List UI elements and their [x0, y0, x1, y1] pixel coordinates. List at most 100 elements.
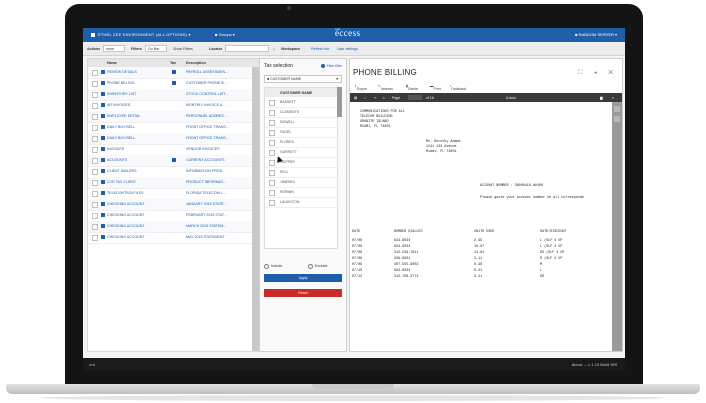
print-label: Print: [433, 87, 441, 91]
print-button[interactable]: ▬ Print: [430, 84, 441, 91]
row-checkbox[interactable]: [92, 202, 98, 208]
item-checkbox[interactable]: [269, 190, 275, 196]
row-checkbox[interactable]: [92, 125, 98, 131]
column-description[interactable]: Description: [186, 61, 206, 65]
row-name[interactable]: DAILY BUY/SELL: [107, 125, 135, 129]
table-cell: L: [540, 269, 543, 273]
row-name[interactable]: CHECKING ACCOUNT: [107, 202, 145, 206]
indexes-button[interactable]: ⟐ Indexes: [378, 84, 393, 91]
row-name[interactable]: CHECKING ACCOUNT: [107, 213, 145, 217]
row-name[interactable]: INVENTORY LIST: [107, 92, 136, 96]
row-name[interactable]: EMPLOYEE DETAIL: [107, 114, 140, 118]
row-description: PRODUCT INFORMAT...: [186, 180, 226, 184]
item-checkbox[interactable]: [269, 180, 275, 186]
footer-info[interactable]: About — v 1.19 Build 999: [572, 362, 617, 367]
reset-button[interactable]: Reset: [264, 289, 342, 297]
user-settings-button[interactable]: User settings: [337, 47, 358, 51]
tax-list-scrollbar[interactable]: [337, 87, 342, 117]
item-checkbox[interactable]: [269, 100, 275, 106]
column-name[interactable]: Name: [107, 61, 117, 65]
row-name[interactable]: INVOICES: [107, 147, 124, 151]
row-name[interactable]: REVIEW DETAILS: [107, 70, 137, 74]
row-name[interactable]: ACCOUNTS: [107, 158, 127, 162]
row-checkbox[interactable]: [92, 81, 98, 87]
row-name[interactable]: CCE TAX CLIENT: [107, 180, 136, 184]
environment-selector[interactable]: ETHEL ZEE ENVIRONMENT (ALL OPTIONS) ▾: [91, 32, 191, 37]
environment-icon: [91, 32, 95, 37]
table-cell: 312-766-3772: [394, 275, 419, 279]
next-page-icon[interactable]: ↘: [382, 96, 385, 100]
item-checkbox[interactable]: [269, 140, 275, 146]
document-icon: [101, 81, 105, 85]
column-tax[interactable]: Tax: [170, 61, 176, 65]
row-checkbox[interactable]: [92, 158, 98, 164]
tax-field-dropdown[interactable]: ■ CUSTOMER NAME ▾: [264, 75, 342, 83]
laptop-shadow: [40, 395, 666, 401]
page-number-input[interactable]: [408, 95, 422, 100]
row-checkbox[interactable]: [92, 224, 98, 230]
item-checkbox[interactable]: [269, 160, 275, 166]
document-icon: [101, 125, 105, 129]
refresh-list-button[interactable]: Refresh list: [311, 47, 329, 51]
search-icon[interactable]: ⌕: [273, 47, 275, 51]
row-name[interactable]: TELECONTROLFILES: [107, 191, 144, 195]
filters-select[interactable]: Go Bar: [145, 45, 167, 52]
row-name[interactable]: CHECKING ACCOUNT: [107, 235, 145, 239]
list-item[interactable]: LAUGHTON: [265, 197, 337, 208]
footer-brand: xcd: [89, 362, 95, 367]
include-radio[interactable]: Include: [264, 264, 282, 269]
table-cell: 839-8901: [394, 257, 411, 261]
item-checkbox[interactable]: [269, 200, 275, 206]
actions-select[interactable]: none: [103, 45, 125, 52]
locator-input[interactable]: [225, 45, 269, 52]
search-icon[interactable]: ⌕: [364, 96, 366, 100]
print-icon[interactable]: ▆: [600, 96, 603, 100]
item-checkbox[interactable]: [269, 130, 275, 136]
prev-page-icon[interactable]: ↖: [374, 96, 377, 100]
row-description: FLORIDA TELECOM L...: [186, 191, 226, 195]
row-checkbox[interactable]: [92, 169, 98, 175]
groups-selector[interactable]: ■ Groups ▾: [215, 32, 235, 37]
row-checkbox[interactable]: [92, 180, 98, 186]
menu-icon[interactable]: ≡: [612, 96, 614, 100]
zoom-select[interactable]: A Auto: [506, 96, 516, 100]
viewer-window-controls[interactable]: ⛶ ◂ ✕: [578, 70, 618, 77]
row-checkbox[interactable]: [92, 70, 98, 76]
row-checkbox[interactable]: [92, 213, 98, 219]
show-filters-button[interactable]: Show Filters: [173, 47, 193, 51]
table-cell: 07/12: [352, 275, 363, 279]
item-checkbox[interactable]: [269, 120, 275, 126]
document-scrollbar[interactable]: [612, 102, 622, 351]
row-name[interactable]: AR INVOICES: [107, 103, 130, 107]
item-checkbox[interactable]: [269, 110, 275, 116]
sidebar-toggle-icon[interactable]: ▤: [354, 96, 357, 100]
exclude-radio[interactable]: Exclude: [308, 264, 327, 269]
document-icon: [101, 147, 105, 151]
row-checkbox[interactable]: [92, 103, 98, 109]
doc-line: COMMUNICATIONS FOR ALL: [360, 110, 405, 114]
tax-flag-icon: [172, 81, 176, 85]
row-name[interactable]: DAILY BUY/SELL: [107, 136, 135, 140]
apply-button[interactable]: Apply: [264, 274, 342, 282]
databank-button[interactable]: ▪ Databank: [450, 84, 466, 91]
row-checkbox[interactable]: [92, 92, 98, 98]
row-checkbox[interactable]: [92, 147, 98, 153]
delete-label: Delete: [407, 87, 419, 91]
row-checkbox[interactable]: [92, 114, 98, 120]
row-checkbox[interactable]: [92, 235, 98, 241]
row-checkbox[interactable]: [92, 136, 98, 142]
tax-filter-toggle[interactable]: Filter filter: [320, 64, 342, 69]
item-checkbox[interactable]: [269, 150, 275, 156]
scroll-thumb[interactable]: [614, 116, 620, 122]
row-name[interactable]: PHONE BILLING: [107, 81, 135, 85]
row-name[interactable]: CLIENT MAILERS: [107, 169, 137, 173]
row-name[interactable]: CHECKING ACCOUNT: [107, 224, 145, 228]
item-checkbox[interactable]: [269, 170, 275, 176]
export-button[interactable]: ⇩ Export: [354, 84, 367, 91]
row-checkbox[interactable]: [92, 191, 98, 197]
user-menu[interactable]: ■ RANDOM SERVER ▾: [575, 32, 617, 37]
doc-line: GRANITE ISLAND: [360, 120, 389, 124]
scroll-thumb[interactable]: [614, 106, 620, 112]
include-label: Include: [271, 264, 283, 268]
delete-button[interactable]: ▮ Delete: [406, 84, 418, 91]
